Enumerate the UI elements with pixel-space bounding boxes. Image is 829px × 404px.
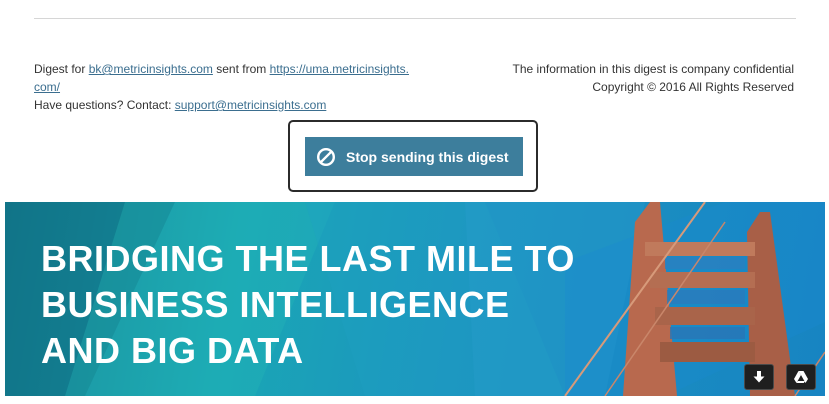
recipient-email-link[interactable]: bk@metricinsights.com [89, 62, 213, 76]
banner-title-line: AND BIG DATA [41, 330, 304, 371]
email-digest-footer: Digest for bk@metricinsights.com sent fr… [0, 0, 829, 404]
copyright-notice: Copyright © 2016 All Rights Reserved [592, 80, 794, 94]
stop-sending-digest-label: Stop sending this digest [346, 148, 509, 165]
banner-title: BRIDGING THE LAST MILE TO BUSINESS INTEL… [41, 236, 575, 374]
sent-from-url-part1: https://uma.metricinsights. [269, 62, 409, 76]
digest-for-label: Digest for [34, 62, 89, 76]
promo-banner-image: BRIDGING THE LAST MILE TO BUSINESS INTEL… [5, 202, 825, 396]
divider [34, 18, 796, 19]
download-arrow-icon [753, 371, 765, 383]
sent-from-label: sent from [212, 62, 270, 76]
support-email-link[interactable]: support@metricinsights.com [175, 98, 327, 112]
banner-title-line: BUSINESS INTELLIGENCE [41, 284, 510, 325]
legal-info: The information in this digest is compan… [464, 60, 794, 96]
google-drive-icon [794, 371, 808, 383]
prohibit-icon [316, 147, 336, 167]
download-button[interactable] [744, 364, 774, 390]
banner-title-line: BRIDGING THE LAST MILE TO [41, 238, 575, 279]
confidential-notice: The information in this digest is compan… [512, 62, 794, 76]
questions-label: Have questions? Contact: [34, 98, 175, 112]
sent-from-url-part2: com/ [34, 80, 61, 94]
save-to-drive-button[interactable] [786, 364, 816, 390]
digest-info: Digest for bk@metricinsights.com sent fr… [34, 60, 434, 114]
stop-sending-digest-button[interactable]: Stop sending this digest [305, 137, 523, 176]
